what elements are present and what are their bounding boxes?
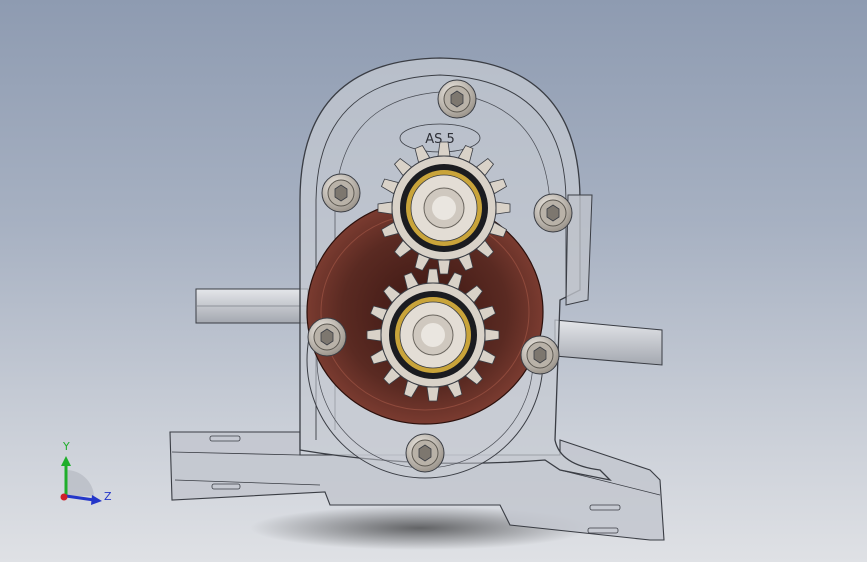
gear-tooth <box>437 259 451 275</box>
graphics-viewport[interactable]: AS 5 Y Z <box>0 0 867 562</box>
gear-tooth <box>366 328 382 342</box>
gearbox-model[interactable]: AS 5 <box>0 0 867 562</box>
input-shaft[interactable] <box>195 288 309 324</box>
lower-gear[interactable] <box>366 268 500 402</box>
coordinate-triad: Y Z <box>50 440 120 510</box>
upper-gear[interactable] <box>377 141 511 275</box>
x-axis-dot <box>60 493 68 501</box>
gear-tooth <box>426 268 440 284</box>
gear-tooth <box>377 201 393 215</box>
output-shaft[interactable] <box>554 319 663 366</box>
bolt-lower-right[interactable] <box>520 335 560 375</box>
bolt-upper-right[interactable] <box>533 193 573 233</box>
gear-tooth <box>437 141 451 157</box>
z-axis-label: Z <box>104 490 112 503</box>
gear-tooth <box>495 201 511 215</box>
bolt-bottom[interactable] <box>405 433 445 473</box>
bolt-top[interactable] <box>437 79 477 119</box>
z-axis-arrow <box>65 494 95 502</box>
bolt-lower-left[interactable] <box>307 317 347 357</box>
bolt-upper-left[interactable] <box>321 173 361 213</box>
y-axis-label: Y <box>63 440 70 453</box>
gear-tooth <box>484 328 500 342</box>
gear-tooth <box>426 386 440 402</box>
